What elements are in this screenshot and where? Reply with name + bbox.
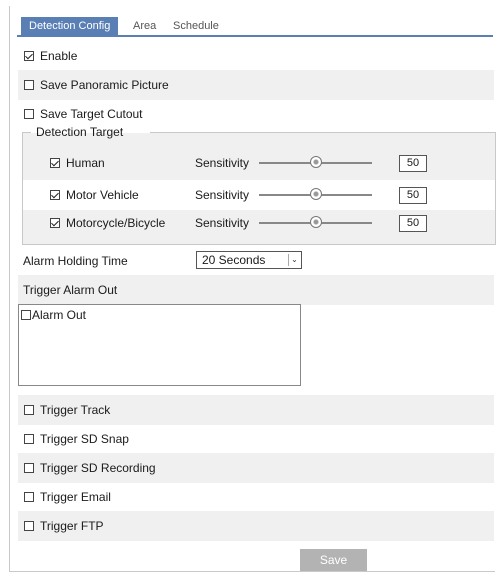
alarm-holding-value: 20 Seconds	[202, 253, 266, 267]
target-row-human: Human Sensitivity 50	[23, 148, 495, 178]
sensitivity-value-input[interactable]: 50	[399, 215, 427, 232]
trigger-sd-recording-label: Trigger SD Recording	[40, 461, 156, 475]
human-checkbox[interactable]	[50, 158, 60, 168]
enable-checkbox[interactable]	[24, 51, 34, 61]
trigger-track-row: Trigger Track	[18, 395, 494, 425]
group-border	[150, 132, 496, 133]
sensitivity-label: Sensitivity	[195, 188, 250, 202]
trigger-track-checkbox[interactable]	[24, 405, 34, 415]
sensitivity-slider-handle[interactable]	[309, 188, 322, 200]
trigger-email-label: Trigger Email	[40, 490, 111, 504]
alarm-out-checkbox[interactable]	[21, 310, 31, 320]
trigger-alarm-out-row: Trigger Alarm Out	[18, 275, 494, 305]
save-panoramic-label: Save Panoramic Picture	[40, 78, 169, 92]
save-cutout-label: Save Target Cutout	[40, 107, 143, 121]
detection-target-legend: Detection Target	[36, 125, 124, 139]
group-border	[22, 132, 31, 133]
save-panoramic-checkbox[interactable]	[24, 80, 34, 90]
target-row-motor-vehicle: Motor Vehicle Sensitivity 50	[23, 180, 495, 210]
save-button[interactable]: Save	[300, 549, 367, 571]
sensitivity-label: Sensitivity	[195, 216, 250, 230]
motor-vehicle-checkbox[interactable]	[50, 190, 60, 200]
trigger-email-checkbox[interactable]	[24, 492, 34, 502]
trigger-ftp-row: Trigger FTP	[18, 511, 494, 541]
trigger-ftp-label: Trigger FTP	[40, 519, 104, 533]
alarm-holding-label: Alarm Holding Time	[23, 254, 128, 268]
sensitivity-slider-handle[interactable]	[309, 216, 322, 228]
motor-vehicle-label: Motor Vehicle	[66, 188, 139, 202]
alarm-out-label: Alarm Out	[32, 308, 87, 322]
alarm-out-list[interactable]: Alarm Out	[18, 304, 301, 386]
trigger-sd-recording-row: Trigger SD Recording	[18, 453, 494, 483]
sensitivity-value-input[interactable]: 50	[399, 155, 427, 172]
enable-label: Enable	[40, 49, 78, 63]
trigger-sd-snap-row: Trigger SD Snap	[18, 424, 494, 454]
human-label: Human	[66, 156, 105, 170]
tab-schedule[interactable]: Schedule	[173, 18, 219, 35]
sensitivity-label: Sensitivity	[195, 156, 250, 170]
trigger-alarm-out-label: Trigger Alarm Out	[23, 283, 118, 297]
save-panoramic-row: Save Panoramic Picture	[18, 70, 494, 100]
trigger-track-label: Trigger Track	[40, 403, 111, 417]
alarm-holding-select[interactable]: 20 Seconds ⌄	[196, 251, 302, 269]
trigger-sd-snap-label: Trigger SD Snap	[40, 432, 129, 446]
sensitivity-slider-handle[interactable]	[309, 156, 322, 168]
tab-bar: Detection Config Area Schedule	[17, 13, 493, 37]
chevron-down-icon[interactable]: ⌄	[288, 254, 300, 266]
trigger-ftp-checkbox[interactable]	[24, 521, 34, 531]
trigger-email-row: Trigger Email	[18, 482, 494, 512]
motorcycle-bicycle-label: Motorcycle/Bicycle	[66, 216, 166, 230]
trigger-sd-snap-checkbox[interactable]	[24, 434, 34, 444]
sensitivity-value-input[interactable]: 50	[399, 187, 427, 204]
tab-detection-config[interactable]: Detection Config	[21, 17, 119, 35]
list-item[interactable]: Alarm Out	[21, 307, 86, 323]
enable-row: Enable	[18, 41, 494, 71]
trigger-sd-recording-checkbox[interactable]	[24, 463, 34, 473]
tab-area[interactable]: Area	[133, 18, 156, 35]
motorcycle-bicycle-checkbox[interactable]	[50, 218, 60, 228]
save-cutout-checkbox[interactable]	[24, 109, 34, 119]
target-row-motorcycle-bicycle: Motorcycle/Bicycle Sensitivity 50	[23, 208, 495, 238]
